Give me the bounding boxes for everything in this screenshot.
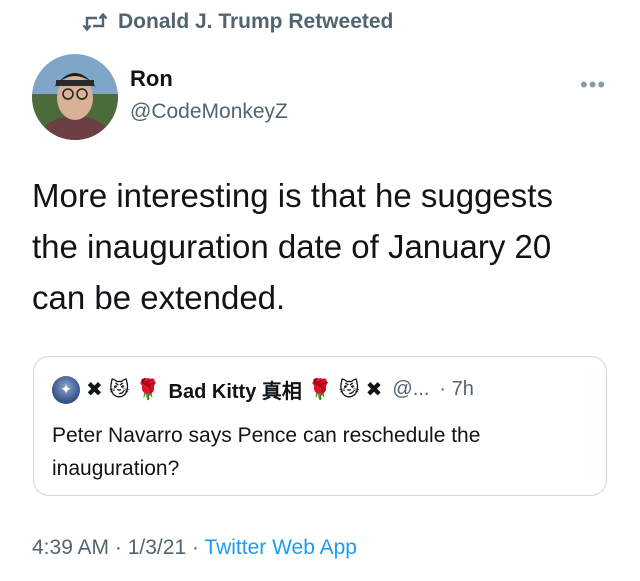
retweet-label: Donald J. Trump Retweeted [118, 10, 394, 33]
quote-handle: @... [392, 378, 430, 400]
quote-text: Peter Navarro says Pence can reschedule … [52, 424, 481, 480]
tweet-meta: 4:39 AM · 1/3/21 · Twitter Web App [32, 536, 357, 560]
quote-header: ✦ ✖ 😼 🌹 Bad Kitty 真相 🌹 😼 ✖ @... · 7h [52, 375, 474, 404]
tweet-date[interactable]: 1/3/21 [128, 536, 186, 559]
tweet-source[interactable]: Twitter Web App [204, 536, 357, 559]
cat-face-icon: 😼 [338, 378, 360, 401]
quote-time: · 7h [439, 378, 474, 400]
more-icon[interactable]: ••• [580, 72, 606, 98]
rose-icon: 🌹 [135, 378, 161, 401]
quote-avatar: ✦ [52, 375, 80, 404]
author-name[interactable]: Ron [130, 66, 173, 92]
avatar[interactable] [32, 54, 118, 140]
retweet-indicator[interactable]: Donald J. Trump Retweeted [82, 10, 393, 34]
tweet-time[interactable]: 4:39 AM [32, 536, 109, 559]
quote-author-name: Bad Kitty 真相 [168, 381, 302, 403]
rose-icon: 🌹 [307, 378, 333, 401]
separator: · [186, 536, 205, 559]
retweet-icon [82, 12, 108, 32]
author-handle[interactable]: @CodeMonkeyZ [130, 100, 288, 124]
cat-face-icon: 😼 [108, 378, 130, 401]
tweet-text: More interesting is that he suggests the… [32, 177, 553, 316]
separator: · [109, 536, 128, 559]
quoted-tweet[interactable]: ✦ ✖ 😼 🌹 Bad Kitty 真相 🌹 😼 ✖ @... · 7h Pet… [33, 356, 607, 496]
swords-icon: ✖ [365, 378, 383, 401]
swords-icon: ✖ [86, 378, 103, 401]
